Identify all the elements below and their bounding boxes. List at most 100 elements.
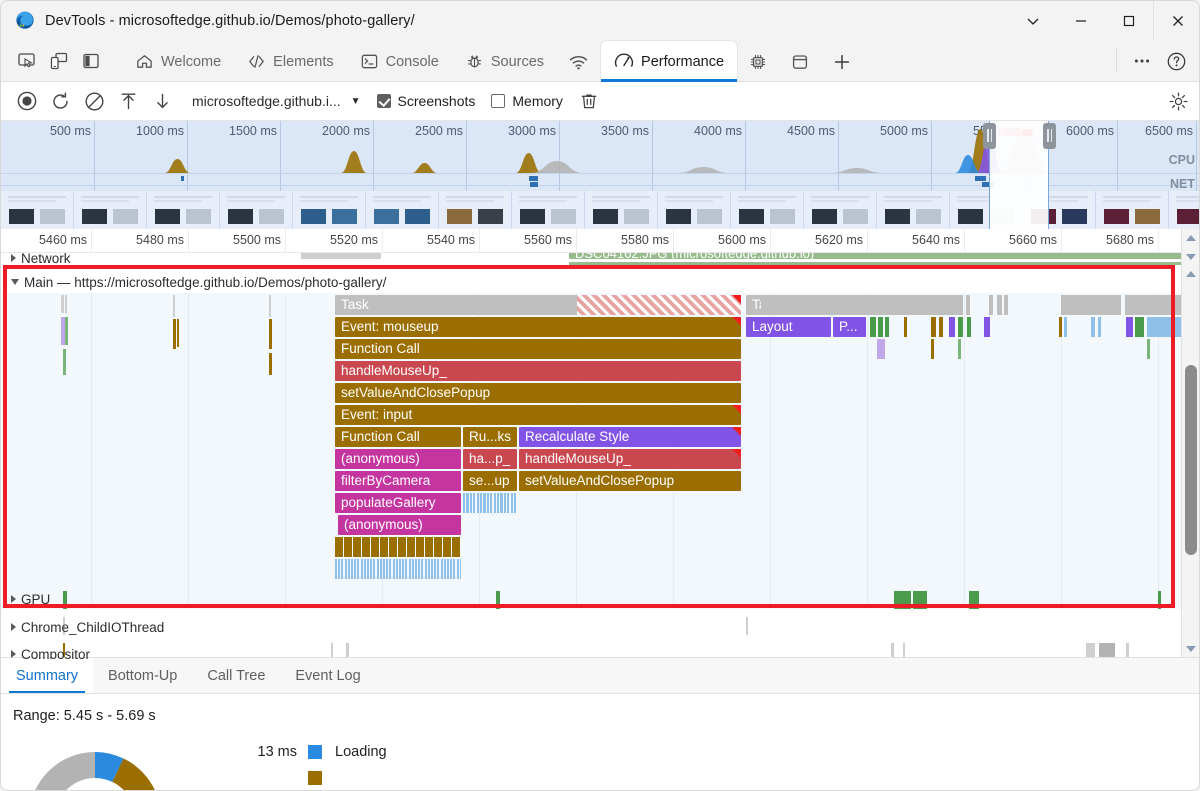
flame-sliver[interactable] <box>63 349 66 375</box>
tab-event-log[interactable]: Event Log <box>280 658 375 693</box>
flame-bar-cluster[interactable] <box>867 295 874 315</box>
micro-flame-bar-painting[interactable] <box>383 559 385 579</box>
compositor-track-canvas[interactable] <box>1 639 1183 659</box>
tab-application[interactable] <box>779 41 821 82</box>
compositor-event-bar[interactable] <box>891 643 894 657</box>
filmstrip-thumbnail[interactable] <box>1169 191 1200 229</box>
flame-bar-cluster[interactable] <box>1147 317 1183 337</box>
scroll-down-arrow[interactable] <box>1182 640 1200 657</box>
filmstrip-thumbnail[interactable] <box>512 191 585 229</box>
micro-flame-bar-painting[interactable] <box>412 559 414 579</box>
micro-flame-bar-painting[interactable] <box>418 559 420 579</box>
flame-bar[interactable]: Function Call <box>335 427 461 447</box>
flame-bar[interactable]: filterByCamera <box>335 471 461 491</box>
micro-flame-bar-painting[interactable] <box>425 559 427 579</box>
flame-bar-cluster[interactable] <box>1126 317 1133 337</box>
flame-bar[interactable]: (anonymous) <box>338 515 461 535</box>
micro-flame-bar-painting[interactable] <box>447 559 449 579</box>
micro-flame-bar-painting[interactable] <box>364 559 366 579</box>
tab-summary[interactable]: Summary <box>1 658 93 693</box>
gpu-event-bar[interactable] <box>496 591 500 609</box>
gpu-event-bar[interactable] <box>1158 591 1161 609</box>
flame-bar-cluster[interactable] <box>870 317 876 337</box>
micro-flame-bar-painting[interactable] <box>450 559 452 579</box>
filmstrip-thumbnail[interactable] <box>804 191 877 229</box>
micro-flame-bar-painting[interactable] <box>377 559 379 579</box>
micro-flame-bar-scripting[interactable] <box>389 537 397 557</box>
micro-flame-bar-painting[interactable] <box>393 559 395 579</box>
flame-bar-cluster[interactable] <box>931 339 934 359</box>
tab-sources[interactable]: Sources <box>452 41 557 82</box>
micro-flame-bar-rendering[interactable] <box>473 493 475 513</box>
compositor-event-bar[interactable] <box>1126 643 1129 657</box>
tab-console[interactable]: Console <box>347 41 452 82</box>
micro-flame-bar-scripting[interactable] <box>407 537 415 557</box>
scroll-up-arrow[interactable] <box>1182 265 1200 282</box>
filmstrip-thumbnail[interactable] <box>293 191 366 229</box>
minimize-window[interactable] <box>1057 1 1105 41</box>
more-window-options[interactable] <box>1009 1 1057 41</box>
clear-recording-button[interactable] <box>79 86 110 117</box>
micro-flame-bar-painting[interactable] <box>351 559 353 579</box>
filmstrip-thumbnail[interactable] <box>658 191 731 229</box>
micro-flame-bar-rendering[interactable] <box>514 493 516 513</box>
micro-flame-bar-painting[interactable] <box>405 559 407 579</box>
flame-bar-cluster[interactable] <box>967 317 971 337</box>
micro-flame-bar-rendering[interactable] <box>504 493 506 513</box>
micro-flame-bar-painting[interactable] <box>428 559 430 579</box>
gpu-event-bar[interactable] <box>969 591 979 609</box>
compositor-event-bar[interactable] <box>346 643 349 657</box>
micro-flame-bar-painting[interactable] <box>434 559 436 579</box>
flame-sliver[interactable] <box>173 295 175 317</box>
flame-bar-cluster[interactable] <box>878 317 883 337</box>
tab-network[interactable] <box>557 41 601 82</box>
flame-bar-cluster[interactable] <box>949 317 955 337</box>
micro-flame-bar-rendering[interactable] <box>463 493 465 513</box>
tab-memory[interactable] <box>737 41 779 82</box>
filmstrip-thumbnail[interactable] <box>1 191 74 229</box>
flame-bar-cluster[interactable] <box>931 317 936 337</box>
gpu-event-bar[interactable] <box>894 591 911 609</box>
long-task-hatched-bar[interactable] <box>577 295 741 315</box>
flame-bar[interactable]: Function Call <box>335 339 741 359</box>
micro-flame-bar-scripting[interactable] <box>443 537 451 557</box>
recording-dropdown-caret[interactable]: ▼ <box>351 96 361 107</box>
filmstrip-thumbnail[interactable] <box>1096 191 1169 229</box>
micro-flame-bar-rendering[interactable] <box>487 493 489 513</box>
dock-side-icon[interactable] <box>75 46 107 76</box>
flame-sliver[interactable] <box>61 295 64 313</box>
flame-chart[interactable]: Network DSC04162.JPG (microsoftedge.gith… <box>1 253 1183 659</box>
compositor-event-bar[interactable] <box>1086 643 1095 657</box>
tab-elements[interactable]: Elements <box>234 41 346 82</box>
micro-flame-bar-scripting[interactable] <box>344 537 352 557</box>
flame-sliver[interactable] <box>65 317 68 345</box>
micro-flame-bar-rendering[interactable] <box>490 493 492 513</box>
flame-sliver[interactable] <box>177 319 179 347</box>
timeline-overview[interactable]: 500 ms1000 ms1500 ms2000 ms2500 ms3000 m… <box>1 121 1200 229</box>
flame-bar-cluster[interactable] <box>803 295 825 315</box>
micro-flame-bar-rendering[interactable] <box>480 493 482 513</box>
filmstrip-thumbnail[interactable] <box>439 191 512 229</box>
filmstrip-thumbnail[interactable] <box>950 191 1023 229</box>
micro-flame-bar-painting[interactable] <box>437 559 439 579</box>
flame-bar[interactable]: ha...p_ <box>463 449 517 469</box>
filmstrip-thumbnail[interactable] <box>1023 191 1096 229</box>
flame-bar-cluster[interactable] <box>837 295 842 315</box>
compositor-event-bar[interactable] <box>1099 643 1115 657</box>
micro-flame-bar-painting[interactable] <box>409 559 411 579</box>
flame-sliver[interactable] <box>269 295 271 317</box>
micro-flame-bar-painting[interactable] <box>361 559 363 579</box>
tab-call-tree[interactable]: Call Tree <box>192 658 280 693</box>
filmstrip-thumbnail[interactable] <box>366 191 439 229</box>
micro-flame-bar-painting[interactable] <box>396 559 398 579</box>
flame-bar[interactable]: handleMouseUp_ <box>519 449 741 469</box>
flame-bar[interactable]: Recalculate Style <box>519 427 741 447</box>
flame-bar-cluster[interactable] <box>904 317 907 337</box>
micro-flame-bar-painting[interactable] <box>457 559 459 579</box>
close-window[interactable] <box>1153 1 1200 41</box>
flame-bar[interactable]: populateGallery <box>335 493 461 513</box>
tab-performance[interactable]: Performance <box>601 41 737 82</box>
gpu-event-bar[interactable] <box>63 591 67 609</box>
flame-bar-cluster[interactable] <box>1091 317 1095 337</box>
flame-bar-cluster[interactable] <box>1098 317 1101 337</box>
